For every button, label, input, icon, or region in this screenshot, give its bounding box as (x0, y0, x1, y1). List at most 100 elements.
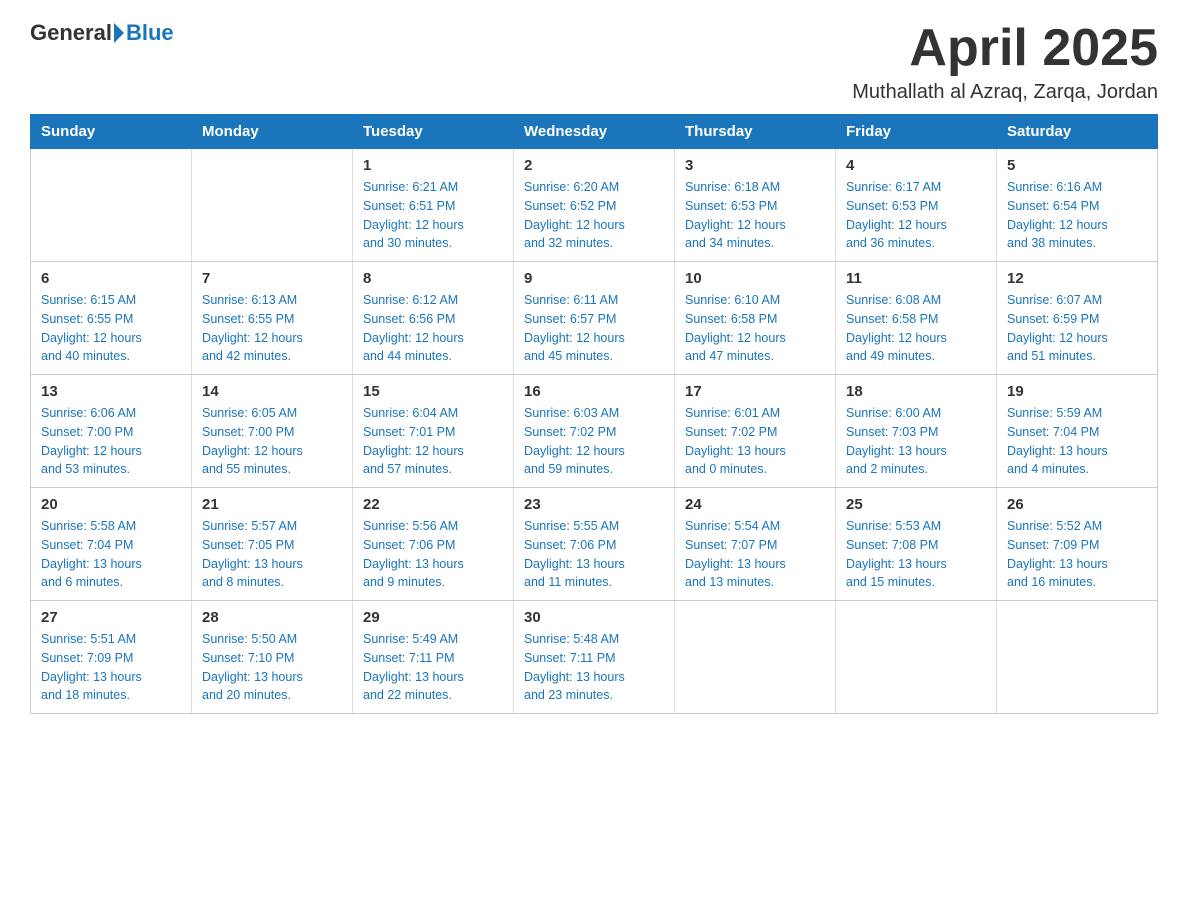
day-info: Sunrise: 6:07 AMSunset: 6:59 PMDaylight:… (1007, 291, 1147, 366)
day-number: 17 (685, 383, 825, 400)
day-number: 16 (524, 383, 664, 400)
day-info: Sunrise: 5:53 AMSunset: 7:08 PMDaylight:… (846, 517, 986, 592)
weekday-header-tuesday: Tuesday (353, 115, 514, 149)
day-number: 14 (202, 383, 342, 400)
day-info: Sunrise: 5:54 AMSunset: 7:07 PMDaylight:… (685, 517, 825, 592)
day-info: Sunrise: 5:51 AMSunset: 7:09 PMDaylight:… (41, 630, 181, 705)
day-number: 13 (41, 383, 181, 400)
day-info: Sunrise: 6:18 AMSunset: 6:53 PMDaylight:… (685, 178, 825, 253)
day-number: 2 (524, 157, 664, 174)
calendar-cell: 10Sunrise: 6:10 AMSunset: 6:58 PMDayligh… (675, 262, 836, 375)
calendar-cell: 14 Sunrise: 6:05 AMSunset: 7:00 PMDayligh… (192, 375, 353, 488)
day-info: Sunrise: 6:17 AMSunset: 6:53 PMDaylight:… (846, 178, 986, 253)
day-number: 25 (846, 496, 986, 513)
calendar-cell: 30 Sunrise: 5:48 AMSunset: 7:11 PMDayligh… (514, 601, 675, 714)
day-info: Sunrise: 5:48 AMSunset: 7:11 PMDaylight:… (524, 630, 664, 705)
day-number: 10 (685, 270, 825, 287)
calendar-cell: 20 Sunrise: 5:58 AMSunset: 7:04 PMDayligh… (31, 488, 192, 601)
day-info: Sunrise: 6:21 AMSunset: 6:51 PMDaylight:… (363, 178, 503, 253)
day-info: Sunrise: 6:05 AMSunset: 7:00 PMDaylight:… (202, 404, 342, 479)
calendar-cell: 9 Sunrise: 6:11 AMSunset: 6:57 PMDaylight… (514, 262, 675, 375)
calendar-cell: 17 Sunrise: 6:01 AMSunset: 7:02 PMDayligh… (675, 375, 836, 488)
day-info: Sunrise: 6:20 AMSunset: 6:52 PMDaylight:… (524, 178, 664, 253)
day-info: Sunrise: 6:01 AMSunset: 7:02 PMDaylight:… (685, 404, 825, 479)
day-number: 20 (41, 496, 181, 513)
calendar-week-row: 1Sunrise: 6:21 AMSunset: 6:51 PMDaylight… (31, 149, 1158, 262)
day-number: 21 (202, 496, 342, 513)
day-info: Sunrise: 6:03 AMSunset: 7:02 PMDaylight:… (524, 404, 664, 479)
day-number: 6 (41, 270, 181, 287)
calendar-cell: 28 Sunrise: 5:50 AMSunset: 7:10 PMDayligh… (192, 601, 353, 714)
day-number: 11 (846, 270, 986, 287)
calendar-cell: 26 Sunrise: 5:52 AMSunset: 7:09 PMDayligh… (997, 488, 1158, 601)
calendar-cell: 1Sunrise: 6:21 AMSunset: 6:51 PMDaylight… (353, 149, 514, 262)
logo-blue-text: Blue (126, 20, 174, 46)
day-info: Sunrise: 6:08 AMSunset: 6:58 PMDaylight:… (846, 291, 986, 366)
day-number: 18 (846, 383, 986, 400)
calendar-cell: 27Sunrise: 5:51 AMSunset: 7:09 PMDayligh… (31, 601, 192, 714)
day-info: Sunrise: 5:59 AMSunset: 7:04 PMDaylight:… (1007, 404, 1147, 479)
day-number: 19 (1007, 383, 1147, 400)
month-title: April 2025 (852, 20, 1158, 77)
calendar-cell: 6 Sunrise: 6:15 AMSunset: 6:55 PMDaylight… (31, 262, 192, 375)
weekday-header-wednesday: Wednesday (514, 115, 675, 149)
day-info: Sunrise: 5:56 AMSunset: 7:06 PMDaylight:… (363, 517, 503, 592)
day-info: Sunrise: 6:11 AMSunset: 6:57 PMDaylight:… (524, 291, 664, 366)
day-number: 23 (524, 496, 664, 513)
day-info: Sunrise: 6:16 AMSunset: 6:54 PMDaylight:… (1007, 178, 1147, 253)
calendar-cell: 4Sunrise: 6:17 AMSunset: 6:53 PMDaylight… (836, 149, 997, 262)
calendar-cell: 13 Sunrise: 6:06 AMSunset: 7:00 PMDayligh… (31, 375, 192, 488)
weekday-header-saturday: Saturday (997, 115, 1158, 149)
calendar-cell: 12 Sunrise: 6:07 AMSunset: 6:59 PMDayligh… (997, 262, 1158, 375)
day-info: Sunrise: 6:15 AMSunset: 6:55 PMDaylight:… (41, 291, 181, 366)
day-info: Sunrise: 5:50 AMSunset: 7:10 PMDaylight:… (202, 630, 342, 705)
calendar-week-row: 20 Sunrise: 5:58 AMSunset: 7:04 PMDayligh… (31, 488, 1158, 601)
day-number: 30 (524, 609, 664, 626)
day-number: 9 (524, 270, 664, 287)
calendar-cell: 3 Sunrise: 6:18 AMSunset: 6:53 PMDaylight… (675, 149, 836, 262)
day-number: 15 (363, 383, 503, 400)
calendar-cell: 24Sunrise: 5:54 AMSunset: 7:07 PMDayligh… (675, 488, 836, 601)
day-info: Sunrise: 6:04 AMSunset: 7:01 PMDaylight:… (363, 404, 503, 479)
location-title: Muthallath al Azraq, Zarqa, Jordan (852, 81, 1158, 104)
day-number: 26 (1007, 496, 1147, 513)
calendar-cell: 15 Sunrise: 6:04 AMSunset: 7:01 PMDayligh… (353, 375, 514, 488)
day-info: Sunrise: 5:55 AMSunset: 7:06 PMDaylight:… (524, 517, 664, 592)
day-info: Sunrise: 5:58 AMSunset: 7:04 PMDaylight:… (41, 517, 181, 592)
day-number: 28 (202, 609, 342, 626)
day-number: 5 (1007, 157, 1147, 174)
calendar-cell: 19 Sunrise: 5:59 AMSunset: 7:04 PMDayligh… (997, 375, 1158, 488)
calendar-cell: 7Sunrise: 6:13 AMSunset: 6:55 PMDaylight… (192, 262, 353, 375)
calendar-cell (31, 149, 192, 262)
day-number: 22 (363, 496, 503, 513)
day-number: 29 (363, 609, 503, 626)
weekday-header-thursday: Thursday (675, 115, 836, 149)
calendar-cell: 16 Sunrise: 6:03 AMSunset: 7:02 PMDayligh… (514, 375, 675, 488)
calendar-cell (836, 601, 997, 714)
logo: General Blue (30, 20, 174, 46)
day-number: 3 (685, 157, 825, 174)
calendar-cell (192, 149, 353, 262)
logo-general-text: General (30, 20, 112, 46)
calendar-week-row: 6 Sunrise: 6:15 AMSunset: 6:55 PMDaylight… (31, 262, 1158, 375)
calendar-cell (675, 601, 836, 714)
weekday-header-friday: Friday (836, 115, 997, 149)
calendar-week-row: 13 Sunrise: 6:06 AMSunset: 7:00 PMDayligh… (31, 375, 1158, 488)
day-info: Sunrise: 6:00 AMSunset: 7:03 PMDaylight:… (846, 404, 986, 479)
weekday-header-sunday: Sunday (31, 115, 192, 149)
page-header: General Blue April 2025 Muthallath al Az… (30, 20, 1158, 104)
calendar-cell: 29Sunrise: 5:49 AMSunset: 7:11 PMDayligh… (353, 601, 514, 714)
logo-arrow-icon (114, 23, 124, 43)
day-info: Sunrise: 6:13 AMSunset: 6:55 PMDaylight:… (202, 291, 342, 366)
calendar-cell: 5 Sunrise: 6:16 AMSunset: 6:54 PMDaylight… (997, 149, 1158, 262)
calendar-cell: 25 Sunrise: 5:53 AMSunset: 7:08 PMDayligh… (836, 488, 997, 601)
day-number: 8 (363, 270, 503, 287)
day-info: Sunrise: 5:57 AMSunset: 7:05 PMDaylight:… (202, 517, 342, 592)
calendar-cell (997, 601, 1158, 714)
day-number: 12 (1007, 270, 1147, 287)
calendar-table: SundayMondayTuesdayWednesdayThursdayFrid… (30, 114, 1158, 714)
day-info: Sunrise: 5:52 AMSunset: 7:09 PMDaylight:… (1007, 517, 1147, 592)
day-info: Sunrise: 6:12 AMSunset: 6:56 PMDaylight:… (363, 291, 503, 366)
day-info: Sunrise: 6:06 AMSunset: 7:00 PMDaylight:… (41, 404, 181, 479)
calendar-cell: 22 Sunrise: 5:56 AMSunset: 7:06 PMDayligh… (353, 488, 514, 601)
